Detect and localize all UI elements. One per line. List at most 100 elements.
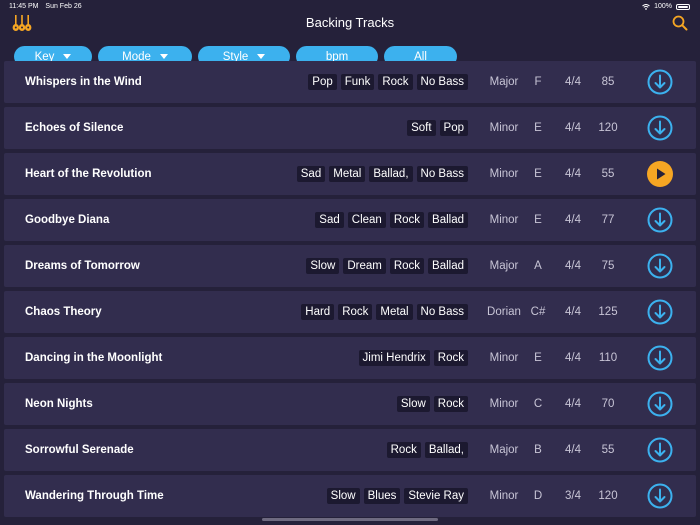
download-button[interactable] [647,69,673,95]
track-mode: Minor [489,398,519,410]
track-tag: Sad [296,166,326,182]
download-button[interactable] [647,391,673,417]
status-left: 11:45 PM Sun Feb 26 [9,3,87,10]
track-time-signature: 3/4 [565,490,581,502]
track-tags: Sad Clean Rock Ballad [315,199,468,241]
track-mode: Minor [489,490,519,502]
track-tag: Stevie Ray [404,488,468,504]
track-tag: Funk [340,74,375,90]
track-tag: Metal [376,304,413,320]
track-bpm: 70 [601,398,615,410]
track-key: C# [530,306,546,318]
battery-percent: 100% [654,3,672,10]
play-button[interactable] [647,161,673,187]
track-tag: Slow [396,396,430,412]
track-tag: Pop [308,74,337,90]
header: Backing Tracks Key Mode Style bpm All [0,12,700,67]
track-row[interactable]: Heart of the Revolution Sad Metal Ballad, No… [4,153,696,195]
track-tags: Jimi Hendrix Rock [358,337,468,379]
track-mode: Minor [489,214,519,226]
track-time-signature: 4/4 [565,260,581,272]
track-title: Wandering Through Time [25,490,164,502]
status-date: Sun Feb 26 [45,3,82,10]
track-title: Whispers in the Wind [25,76,142,88]
track-tag: Ballad [428,258,468,274]
track-tag: Rock [389,212,425,228]
download-button[interactable] [647,253,673,279]
track-tags: Slow Rock [396,383,468,425]
track-mode: Minor [489,352,519,364]
track-bpm: 125 [598,306,618,318]
track-tag: Soft [407,120,436,136]
track-title: Chaos Theory [25,306,102,318]
track-key: F [534,76,542,88]
track-bpm: 120 [598,490,618,502]
track-bpm: 55 [601,168,615,180]
track-row[interactable]: Goodbye Diana Sad Clean Rock Ballad Minor E 4/4… [4,199,696,241]
track-time-signature: 4/4 [565,398,581,410]
track-tag: Jimi Hendrix [358,350,430,366]
track-title: Dancing in the Moonlight [25,352,163,364]
track-key: E [534,214,542,226]
track-tags: Pop Funk Rock No Bass [308,61,468,103]
track-row[interactable]: Dreams of Tomorrow Slow Dream Rock Ballad Maj… [4,245,696,287]
battery-icon [676,3,690,10]
wifi-icon [642,3,650,10]
track-tag: Rock [386,442,421,458]
track-title: Goodbye Diana [25,214,110,226]
track-tags: Soft Pop [407,107,468,149]
track-mode: Minor [489,122,519,134]
track-bpm: 77 [601,214,615,226]
track-tag: No Bass [416,74,468,90]
track-time-signature: 4/4 [565,168,581,180]
caret-down-icon [257,54,266,59]
download-button[interactable] [647,207,673,233]
track-key: E [534,122,542,134]
track-row[interactable]: Whispers in the Wind Pop Funk Rock No Bass Ma… [4,61,696,103]
track-mode: Major [489,76,519,88]
track-tag: Slow [306,258,340,274]
track-time-signature: 4/4 [565,352,581,364]
track-tag: Hard [301,304,335,320]
download-button[interactable] [647,345,673,371]
track-row[interactable]: Dancing in the Moonlight Jimi Hendrix Rock… [4,337,696,379]
track-row[interactable]: Echoes of Silence Soft Pop Minor E 4/4 120 [4,107,696,149]
track-tags: Sad Metal Ballad, No Bass [296,153,468,195]
download-button[interactable] [647,437,673,463]
track-key: B [534,444,542,456]
download-button[interactable] [647,115,673,141]
caret-down-icon [159,54,168,59]
search-icon[interactable] [672,15,688,31]
download-button[interactable] [647,483,673,509]
track-tag: Dream [343,258,386,274]
track-mode: Minor [489,168,519,180]
track-key: A [534,260,542,272]
track-tags: Slow Dream Rock Ballad [306,245,468,287]
track-key: D [533,490,543,502]
track-key: E [534,352,542,364]
track-tag: Clean [347,212,386,228]
home-indicator[interactable] [262,518,438,521]
track-time-signature: 4/4 [565,122,581,134]
track-time-signature: 4/4 [565,76,581,88]
track-time-signature: 4/4 [565,306,581,318]
track-bpm: 75 [601,260,615,272]
track-mode: Major [489,260,519,272]
track-key: E [534,168,542,180]
track-row[interactable]: Neon Nights Slow Rock Minor C 4/4 70 [4,383,696,425]
track-row[interactable]: Chaos Theory Hard Rock Metal No Bass Dorian C#… [4,291,696,333]
track-tag: Sad [315,212,344,228]
track-tag: Pop [439,120,468,136]
track-mode: Major [489,444,519,456]
track-row[interactable]: Sorrowful Serenade Rock Ballad, Major B 4/4 55 [4,429,696,471]
track-tag: Rock [433,396,468,412]
track-tag: Ballad [428,212,468,228]
track-title: Neon Nights [25,398,93,410]
track-time-signature: 4/4 [565,214,581,226]
track-tag: Metal [329,166,366,182]
track-tag: Ballad, [369,166,413,182]
track-time-signature: 4/4 [565,444,581,456]
track-bpm: 85 [601,76,615,88]
download-button[interactable] [647,299,673,325]
track-row[interactable]: Wandering Through Time Slow Blues Stevie Ra… [4,475,696,517]
